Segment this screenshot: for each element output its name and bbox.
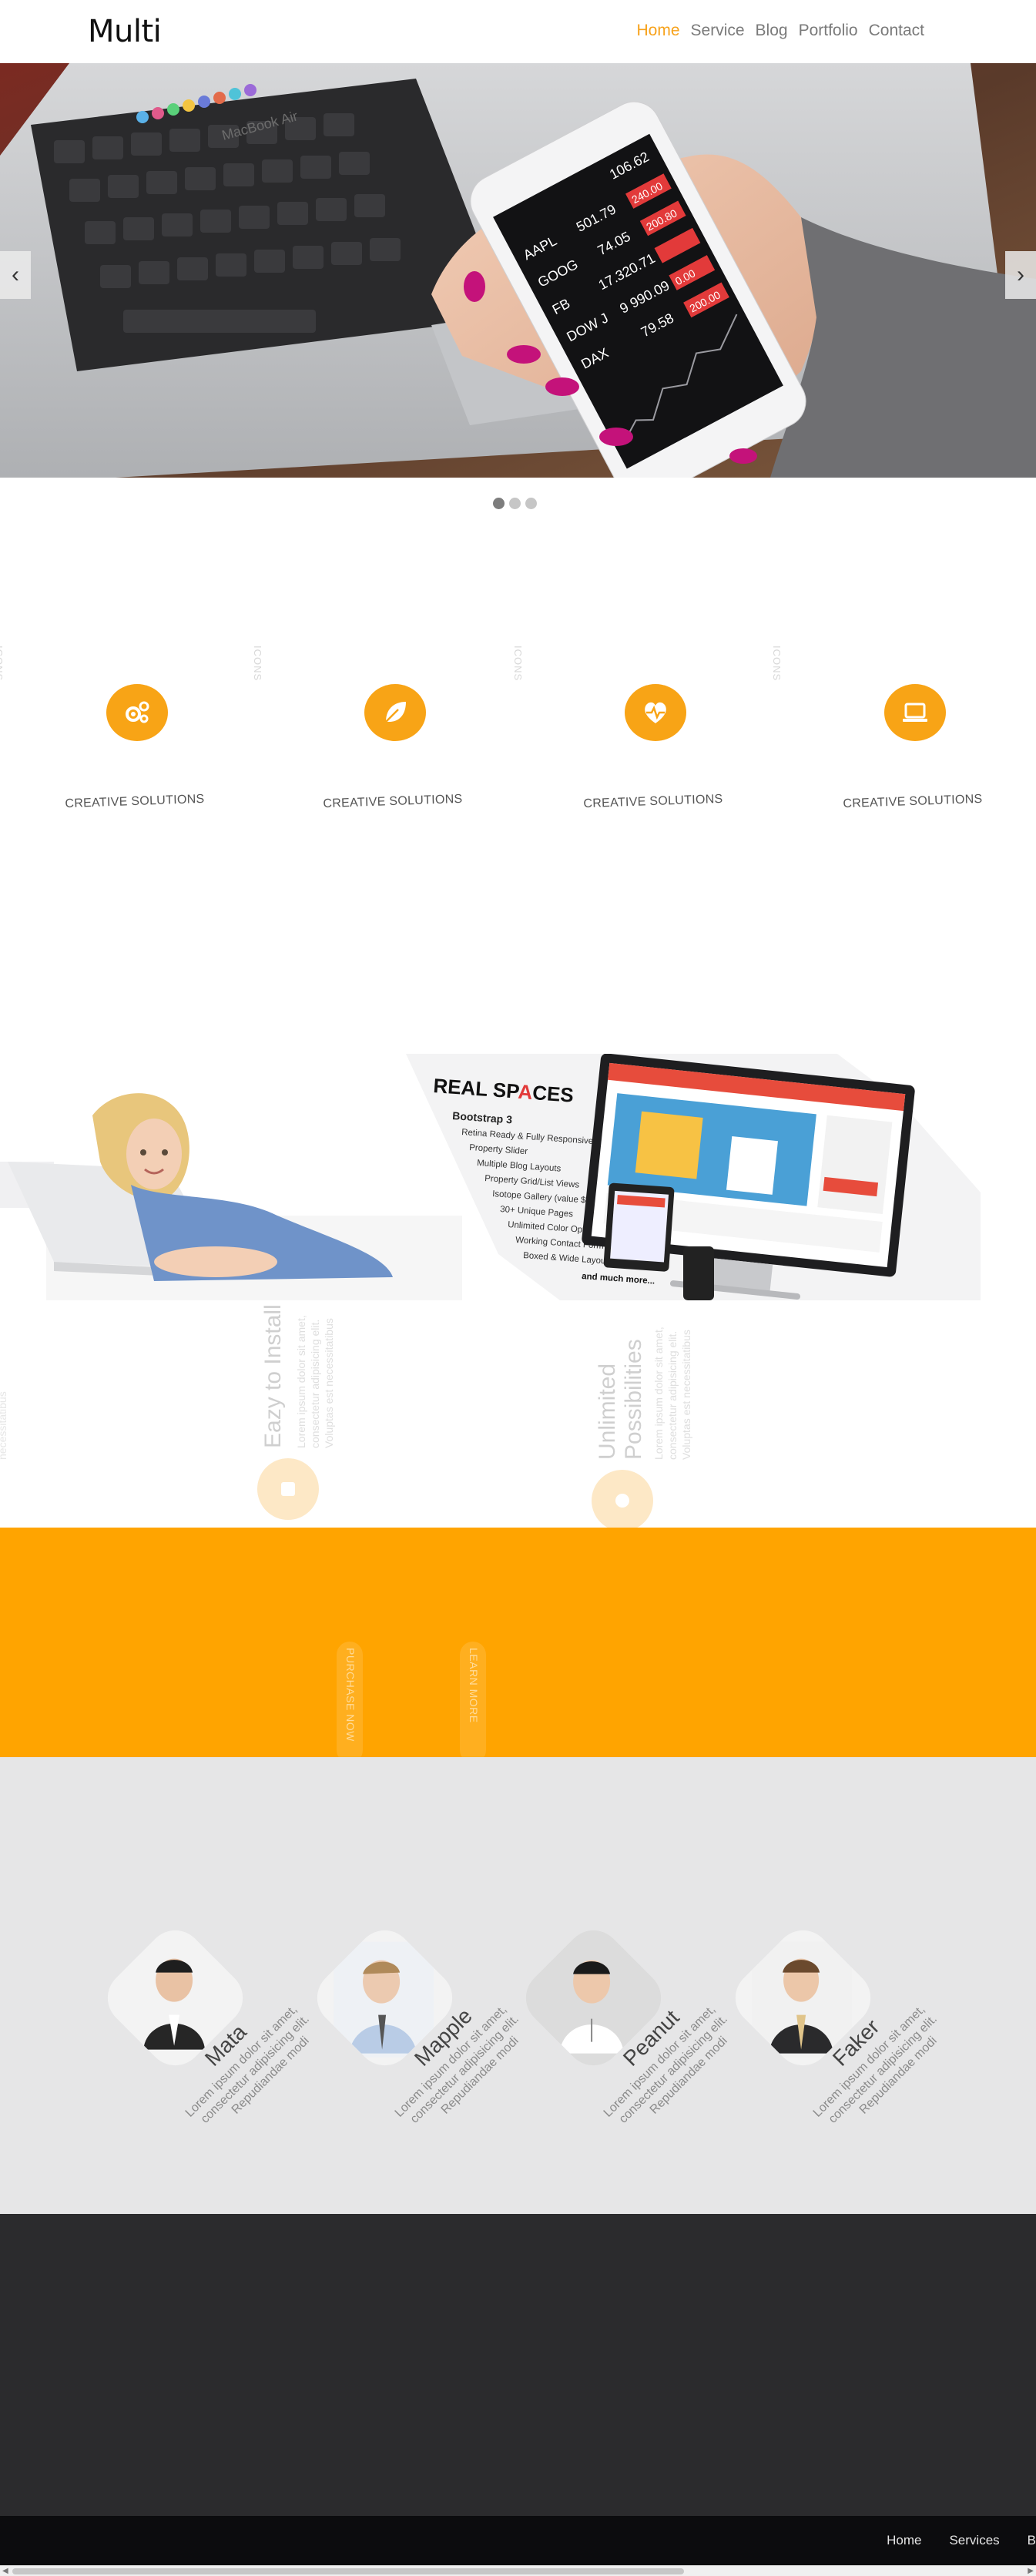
product-image-install: [0, 1069, 462, 1300]
member-photo: [334, 1941, 434, 2058]
learn-more-label: LEARN MORE: [468, 1648, 480, 1723]
team-member: Mapple Lorem ipsum dolor sit amet, conse…: [305, 1918, 521, 2150]
slider-dot[interactable]: [509, 498, 521, 509]
footer-nav-home[interactable]: Home: [887, 2533, 921, 2548]
heart-pulse-icon: [645, 702, 666, 723]
scroll-left-icon[interactable]: ◀: [2, 2567, 8, 2575]
footer-nav-services[interactable]: Services: [949, 2533, 999, 2548]
install-text-line: Lorem ipsum dolor sit amet,: [295, 1315, 307, 1448]
team-member: Mata Lorem ipsum dolor sit amet, consect…: [96, 1918, 312, 2150]
dark-section: [0, 2214, 1036, 2516]
purchase-now-label: PURCHASE NOW: [344, 1648, 357, 1742]
main-nav: Home Service Blog Portfolio Contact: [636, 22, 924, 40]
hero-slider: MacBook Air 106.62 AAPL 501.79 240.00 GO…: [0, 63, 1036, 478]
feature-icon-circle[interactable]: [625, 684, 686, 741]
gears-icon: [126, 701, 149, 723]
nav-portfolio[interactable]: Portfolio: [799, 22, 858, 40]
install-icon-circle[interactable]: [257, 1458, 319, 1520]
nav-home[interactable]: Home: [636, 22, 679, 40]
ghost-label: ICONS: [512, 646, 524, 682]
possibilities-text-line: consectetur adipisicing elit.: [666, 1330, 679, 1460]
feature-label: CREATIVE SOLUTIONS: [65, 792, 205, 811]
leaf-icon: [385, 702, 406, 723]
install-text-line: consectetur adipisicing elit.: [309, 1319, 321, 1448]
feature-item: CREATIVE SOLUTIONS: [297, 684, 489, 823]
horizontal-scrollbar[interactable]: ◀ ▶: [0, 2565, 1036, 2576]
site-footer: Home Services B: [0, 2516, 1036, 2565]
site-logo[interactable]: Multi: [88, 14, 162, 49]
feature-icon-circle[interactable]: [106, 684, 168, 741]
ghost-label: ICONS: [771, 646, 783, 682]
learn-more-button[interactable]: LEARN MORE: [460, 1642, 486, 1763]
member-photo: [542, 1941, 643, 2058]
install-text-line: Voluptas est necessitatibus: [323, 1318, 335, 1448]
install-title: Eazy to Install: [260, 1304, 286, 1448]
scrollbar-thumb[interactable]: [12, 2568, 684, 2574]
ghost-label: ICONS: [0, 646, 5, 682]
team-member: Faker Lorem ipsum dolor sit amet, consec…: [723, 1918, 940, 2150]
scroll-right-icon[interactable]: ▶: [1028, 2567, 1034, 2575]
feature-item: CREATIVE SOLUTIONS: [557, 684, 749, 823]
possibilities-text-line: Lorem ipsum dolor sit amet,: [652, 1327, 665, 1460]
box-icon: [281, 1482, 295, 1496]
possibilities-text-line: Voluptas est necessitatibus: [680, 1330, 692, 1460]
feature-label: CREATIVE SOLUTIONS: [583, 792, 723, 811]
cta-band: PURCHASE NOW LEARN MORE: [0, 1528, 1036, 1763]
feature-item: CREATIVE SOLUTIONS: [816, 684, 1009, 823]
possibilities-title: Possibilities: [621, 1339, 646, 1460]
possibilities-title: Unlimited: [595, 1363, 620, 1460]
slider-prev-button[interactable]: ‹: [0, 251, 31, 299]
possibilities-icon-circle[interactable]: [592, 1470, 653, 1531]
slider-next-button[interactable]: ›: [1005, 251, 1036, 299]
purchase-now-button[interactable]: PURCHASE NOW: [337, 1642, 363, 1763]
slider-dot[interactable]: [525, 498, 537, 509]
nav-contact[interactable]: Contact: [869, 22, 924, 40]
feature-icon-circle[interactable]: [364, 684, 426, 741]
nav-service[interactable]: Service: [691, 22, 745, 40]
site-header: Multi Home Service Blog Portfolio Contac…: [0, 0, 1036, 63]
footer-nav: Home Services B: [887, 2533, 1036, 2548]
feature-label: CREATIVE SOLUTIONS: [323, 792, 463, 811]
member-photo: [124, 1941, 225, 2058]
member-photo: [752, 1941, 853, 2058]
laptop-icon: [903, 703, 927, 722]
puzzle-icon: [615, 1494, 629, 1508]
ghost-label: ICONS: [252, 646, 263, 682]
real-spaces-banner: REAL SPACES Bootstrap 3 Retina Ready & F…: [406, 1054, 981, 1300]
edge-text: necessitatibus: [0, 1391, 8, 1460]
feature-icon-circle[interactable]: [884, 684, 946, 741]
nav-blog[interactable]: Blog: [756, 22, 788, 40]
banner-title-c: CES: [531, 1081, 574, 1107]
feature-label: CREATIVE SOLUTIONS: [843, 792, 983, 811]
hero-slide-image: MacBook Air 106.62 AAPL 501.79 240.00 GO…: [0, 63, 1036, 478]
banner-title-b: A: [518, 1080, 534, 1104]
team-member: Peanut Lorem ipsum dolor sit amet, conse…: [514, 1918, 730, 2150]
team-section: Mata Lorem ipsum dolor sit amet, consect…: [0, 1757, 1036, 2214]
slider-dots: [493, 498, 537, 509]
feature-item: CREATIVE SOLUTIONS: [39, 684, 231, 823]
footer-nav-blog[interactable]: B: [1028, 2533, 1036, 2548]
slider-dot[interactable]: [493, 498, 505, 509]
